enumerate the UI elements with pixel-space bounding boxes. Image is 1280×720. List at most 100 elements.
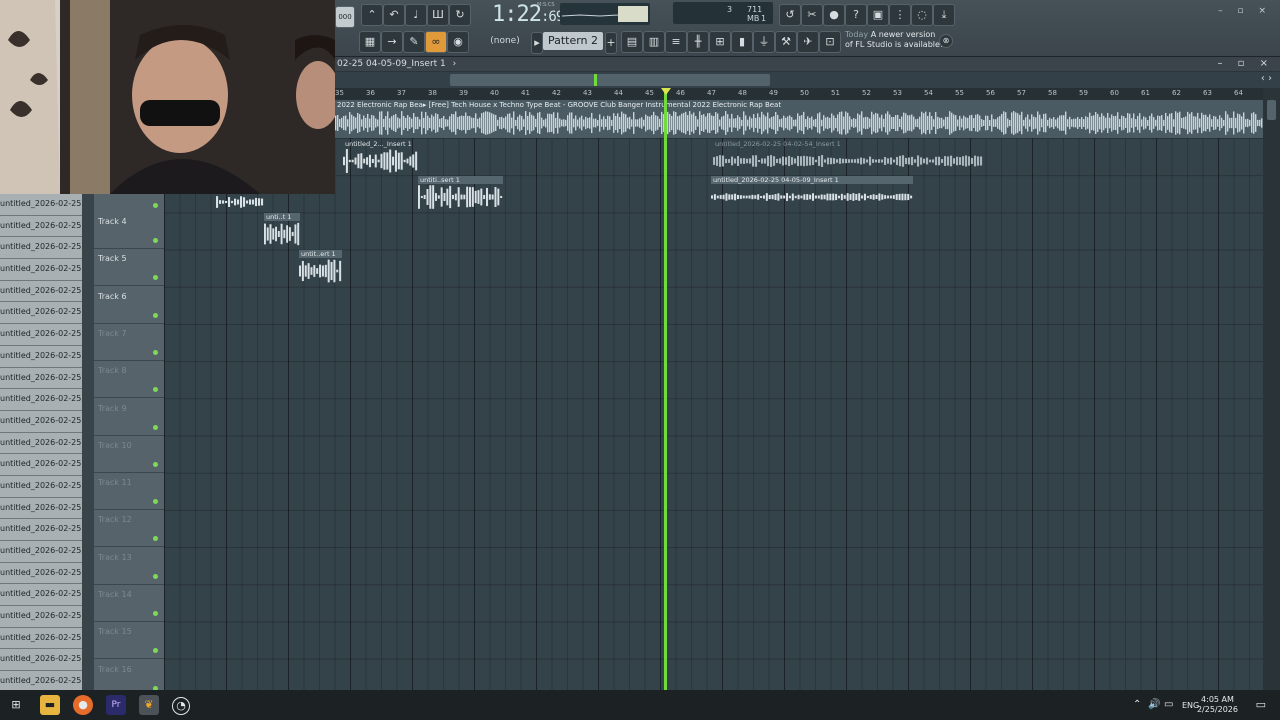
metronome-icon[interactable]: ♩ xyxy=(405,4,427,26)
track-header[interactable]: Track 7 xyxy=(94,323,164,361)
clip-source-item[interactable]: untitled_2026-02-25 03-... xyxy=(0,302,82,325)
playhead-marker-icon[interactable] xyxy=(661,88,671,95)
track-header[interactable]: Track 10 xyxy=(94,435,164,473)
notification-icon[interactable]: ▭ xyxy=(1256,698,1266,711)
audio-clip[interactable]: untitled_2..._Insert 1 xyxy=(343,140,418,174)
track-mute-led-icon[interactable] xyxy=(153,648,158,654)
clip-source-item[interactable]: untitled_2026-02-25 03-... xyxy=(0,433,82,455)
track-header[interactable]: Track 13 xyxy=(94,547,164,585)
fl-studio-icon[interactable]: ❦ xyxy=(139,695,159,715)
plug-icon[interactable]: ⏚ xyxy=(753,31,775,53)
clip-source-item[interactable]: untitled_2026-02-25 03-... xyxy=(0,346,82,368)
clip-source-item[interactable]: untitled_2026-02-25 03-... xyxy=(0,411,82,433)
undo-icon[interactable]: ↶ xyxy=(383,4,405,26)
playlist-icon[interactable]: ▤ xyxy=(621,31,643,53)
clipboard-icon[interactable]: ▮ xyxy=(731,31,753,53)
track-header[interactable]: Track 4 xyxy=(94,211,164,249)
clip-source-item[interactable]: untitled_2026-02-25 03-... xyxy=(0,368,82,390)
mixer-view-icon[interactable]: ≡ xyxy=(665,31,687,53)
audio-clip[interactable]: untit..ert 1 xyxy=(299,250,342,284)
clip-source-item[interactable]: untitled_2026-02-25 03-... xyxy=(0,519,82,541)
clip-source-item[interactable]: untitled_2026-02-25 04-... xyxy=(0,606,82,628)
arrow-icon[interactable]: → xyxy=(381,31,403,53)
playhead-line[interactable] xyxy=(664,88,667,690)
track-mute-led-icon[interactable] xyxy=(153,536,158,542)
help-icon[interactable]: ? xyxy=(845,4,867,26)
clip-source-item[interactable]: untitled_2026-02-25 03-... xyxy=(0,498,82,520)
pattern-selector[interactable]: Pattern 2 xyxy=(543,32,603,50)
download-icon[interactable]: ⤓ xyxy=(933,4,955,26)
track-mute-led-icon[interactable] xyxy=(153,424,158,430)
track-mute-led-icon[interactable] xyxy=(153,312,158,318)
channel-rack-icon[interactable]: ▥ xyxy=(643,31,665,53)
piano-roll-icon[interactable]: ▦ xyxy=(359,31,381,53)
title-arrow-icon[interactable]: › xyxy=(453,59,457,69)
clip-source-item[interactable]: untitled_2026-02-25 03-... xyxy=(0,541,82,563)
track-mute-led-icon[interactable] xyxy=(153,387,158,393)
windows-start-icon[interactable]: ⊞ xyxy=(6,695,26,715)
snap-icon[interactable]: ⌃ xyxy=(361,4,383,26)
clip-source-item[interactable]: untitled_2026-02-25 04-... xyxy=(0,649,82,672)
clip-source-item[interactable]: untitled_2026-02-25 03-... xyxy=(0,216,82,238)
timeline-ruler[interactable]: 35 36 37 38 39 40 41 42 43 44 45 46 47 48 49 50 51 52 53 54… xyxy=(335,88,1263,100)
audio-clip[interactable]: untitled_2026-02-25 04-02-54_Insert 1 xyxy=(713,140,983,174)
clip-source-item[interactable]: untitled_2026-02-25 03-... xyxy=(0,389,82,411)
window-controls[interactable]: – ▫ × xyxy=(1217,57,1274,71)
premiere-icon[interactable]: Pr xyxy=(106,695,126,715)
track-header[interactable]: Track 6 xyxy=(94,286,164,324)
clip-source-item[interactable]: untitled_2026-02-25 03-... xyxy=(0,563,82,585)
loop-icon[interactable]: ↻ xyxy=(449,4,471,26)
audio-clip[interactable]: unti..t 1 xyxy=(264,213,300,247)
track-mute-led-icon[interactable] xyxy=(153,203,158,208)
link-icon[interactable]: ∞ xyxy=(425,31,447,53)
pattern-add-icon[interactable]: + xyxy=(605,32,617,54)
chat-icon[interactable]: ◌ xyxy=(911,4,933,26)
overview-arrows-icon[interactable]: ‹ › xyxy=(1261,73,1272,84)
faders-icon[interactable]: ╫ xyxy=(687,31,709,53)
track-mute-led-icon[interactable] xyxy=(153,499,158,505)
update-icon[interactable]: ⊗ xyxy=(939,34,953,48)
audio-clip-main-beat[interactable]: 2022 Electronic Rap Bea▸ [Free] Tech Hou… xyxy=(335,100,1263,138)
track-mute-led-icon[interactable] xyxy=(153,238,158,243)
clip-source-item[interactable]: untitled_2026-02-25 03-... xyxy=(0,281,82,303)
stamp-icon[interactable]: ◉ xyxy=(447,31,469,53)
track-header[interactable]: Track 12 xyxy=(94,509,164,548)
channel-selector[interactable]: (none) xyxy=(481,33,529,49)
mic-icon[interactable]: ● xyxy=(823,4,845,26)
pattern-prev-icon[interactable]: ▸ xyxy=(531,32,543,54)
firefox-icon[interactable]: ● xyxy=(73,695,93,715)
track-header[interactable]: Track 9 xyxy=(94,398,164,436)
track-mute-led-icon[interactable] xyxy=(153,611,158,616)
clip-source-item[interactable]: untitled_2026-02-25 03-... xyxy=(0,324,82,346)
cart-icon[interactable]: ⊡ xyxy=(819,31,841,53)
clip-source-item[interactable]: untitled_2026-02-25 03-... xyxy=(0,259,82,281)
clip-source-item[interactable]: untitled_2026-02-25 03-... xyxy=(0,454,82,476)
clip-source-item[interactable]: untitled_2026-02-25 04-... xyxy=(0,628,82,650)
volume-icon[interactable]: 🔊 xyxy=(1148,699,1160,710)
clip-source-item[interactable]: untitled_2026-02-25 04-... xyxy=(0,584,82,607)
track-mute-led-icon[interactable] xyxy=(153,573,158,579)
audio-clip[interactable]: untiti..sert 1 xyxy=(418,176,503,210)
browser-icon[interactable]: ⊞ xyxy=(709,31,731,53)
track-header[interactable]: Track 11 xyxy=(94,472,164,511)
playlist-overview[interactable]: ‹ › xyxy=(335,72,1280,88)
pencil-icon[interactable]: ✎ xyxy=(403,31,425,53)
tempo-display[interactable]: 000 xyxy=(335,6,355,28)
clip-source-item[interactable]: untitled_2026-02-25 03-... xyxy=(0,194,82,216)
app-window-controls[interactable]: – ▫ × xyxy=(1218,6,1272,16)
audio-clip[interactable] xyxy=(216,194,264,210)
tuning-icon[interactable]: ⚒ xyxy=(775,31,797,53)
cut-icon[interactable]: ✂ xyxy=(801,4,823,26)
wait-icon[interactable]: Ш xyxy=(427,4,449,26)
clip-list-scrollbar[interactable] xyxy=(82,194,94,690)
vertical-scrollbar[interactable] xyxy=(1263,100,1280,690)
track-header[interactable]: Track 5 xyxy=(94,248,164,287)
taskbar-clock[interactable]: 4:05 AM 2/25/2026 xyxy=(1197,695,1238,715)
clip-source-list[interactable]: untitled_2026-02-25 03-...untitled_2026-… xyxy=(0,194,82,715)
playlist-titlebar[interactable]: 02-25 04-05-09_Insert 1 › – ▫ × xyxy=(335,57,1280,71)
audio-clip[interactable]: untitled_2026-02-25 04-05-09_Insert 1 xyxy=(711,176,913,210)
clip-source-item[interactable]: untitled_2026-02-25 03-... xyxy=(0,476,82,498)
track-header[interactable]: Track 8 xyxy=(94,360,164,399)
network-icon[interactable]: ▭ xyxy=(1164,699,1173,710)
obs-icon[interactable]: ◔ xyxy=(172,697,190,715)
